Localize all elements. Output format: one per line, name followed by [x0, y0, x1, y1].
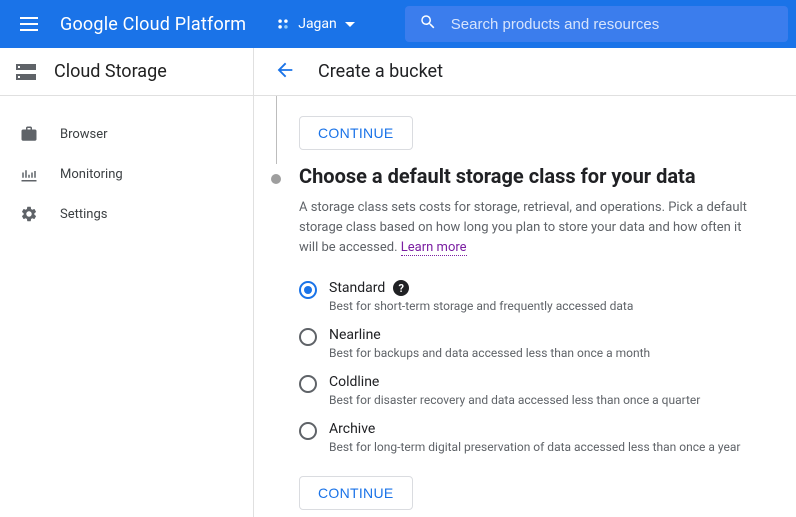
search-wrap [405, 6, 788, 42]
product-area: Cloud Storage [0, 48, 254, 95]
search-icon [419, 13, 437, 35]
radio-button-icon [299, 422, 317, 440]
learn-more-link[interactable]: Learn more [401, 240, 467, 256]
sidebar: Browser Monitoring Settings [0, 96, 254, 517]
step-description: A storage class sets costs for storage, … [299, 198, 759, 258]
radio-option-archive[interactable]: Archive Best for long-term digital preser… [299, 421, 778, 454]
back-arrow-icon[interactable] [274, 59, 296, 85]
sub-header: Cloud Storage Create a bucket [0, 48, 796, 96]
project-selector[interactable]: Jagan [276, 16, 355, 32]
radio-option-coldline[interactable]: Coldline Best for disaster recovery and d… [299, 374, 778, 407]
search-box[interactable] [405, 6, 788, 42]
page-header: Create a bucket [254, 48, 796, 95]
content: CONTINUE Choose a default storage class … [254, 96, 796, 517]
radio-description: Best for short-term storage and frequent… [329, 299, 633, 313]
radio-option-nearline[interactable]: Nearline Best for backups and data access… [299, 327, 778, 360]
sidebar-item-label: Monitoring [60, 167, 123, 182]
search-input[interactable] [451, 16, 774, 33]
radio-button-icon [299, 375, 317, 393]
product-title: Cloud Storage [54, 61, 167, 82]
chevron-down-icon [345, 22, 355, 27]
radio-description: Best for backups and data accessed less … [329, 346, 650, 360]
step-title: Choose a default storage class for your … [299, 164, 778, 188]
radio-label: Archive [329, 421, 740, 437]
sidebar-item-label: Browser [60, 127, 108, 142]
project-name: Jagan [298, 16, 337, 32]
step-bullet-icon [271, 174, 281, 184]
help-icon[interactable]: ? [393, 280, 409, 296]
brand-label: Google Cloud Platform [60, 14, 246, 35]
menu-icon[interactable] [20, 12, 44, 36]
step-desc-text: A storage class sets costs for storage, … [299, 200, 747, 255]
page-title: Create a bucket [318, 61, 443, 82]
continue-button[interactable]: CONTINUE [299, 476, 413, 510]
sidebar-item-settings[interactable]: Settings [0, 194, 253, 234]
briefcase-icon [20, 125, 38, 143]
continue-button[interactable]: CONTINUE [299, 116, 413, 150]
top-header: Google Cloud Platform Jagan [0, 0, 796, 48]
gear-icon [20, 205, 38, 223]
chart-icon [20, 165, 38, 183]
sidebar-item-browser[interactable]: Browser [0, 114, 253, 154]
radio-description: Best for long-term digital preservation … [329, 440, 740, 454]
radio-description: Best for disaster recovery and data acce… [329, 393, 700, 407]
radio-button-icon [299, 281, 317, 299]
storage-class-radio-group: Standard? Best for short-term storage and… [299, 280, 778, 454]
radio-label: Nearline [329, 327, 650, 343]
radio-label: Coldline [329, 374, 700, 390]
radio-option-standard[interactable]: Standard? Best for short-term storage and… [299, 280, 778, 313]
radio-button-icon [299, 328, 317, 346]
project-dots-icon [276, 17, 290, 31]
main-area: Browser Monitoring Settings CONTINUE Cho… [0, 96, 796, 517]
radio-label: Standard? [329, 280, 633, 296]
step-storage-class: Choose a default storage class for your … [272, 164, 778, 510]
sidebar-item-label: Settings [60, 207, 107, 222]
cloud-storage-icon [14, 60, 38, 84]
sidebar-item-monitoring[interactable]: Monitoring [0, 154, 253, 194]
